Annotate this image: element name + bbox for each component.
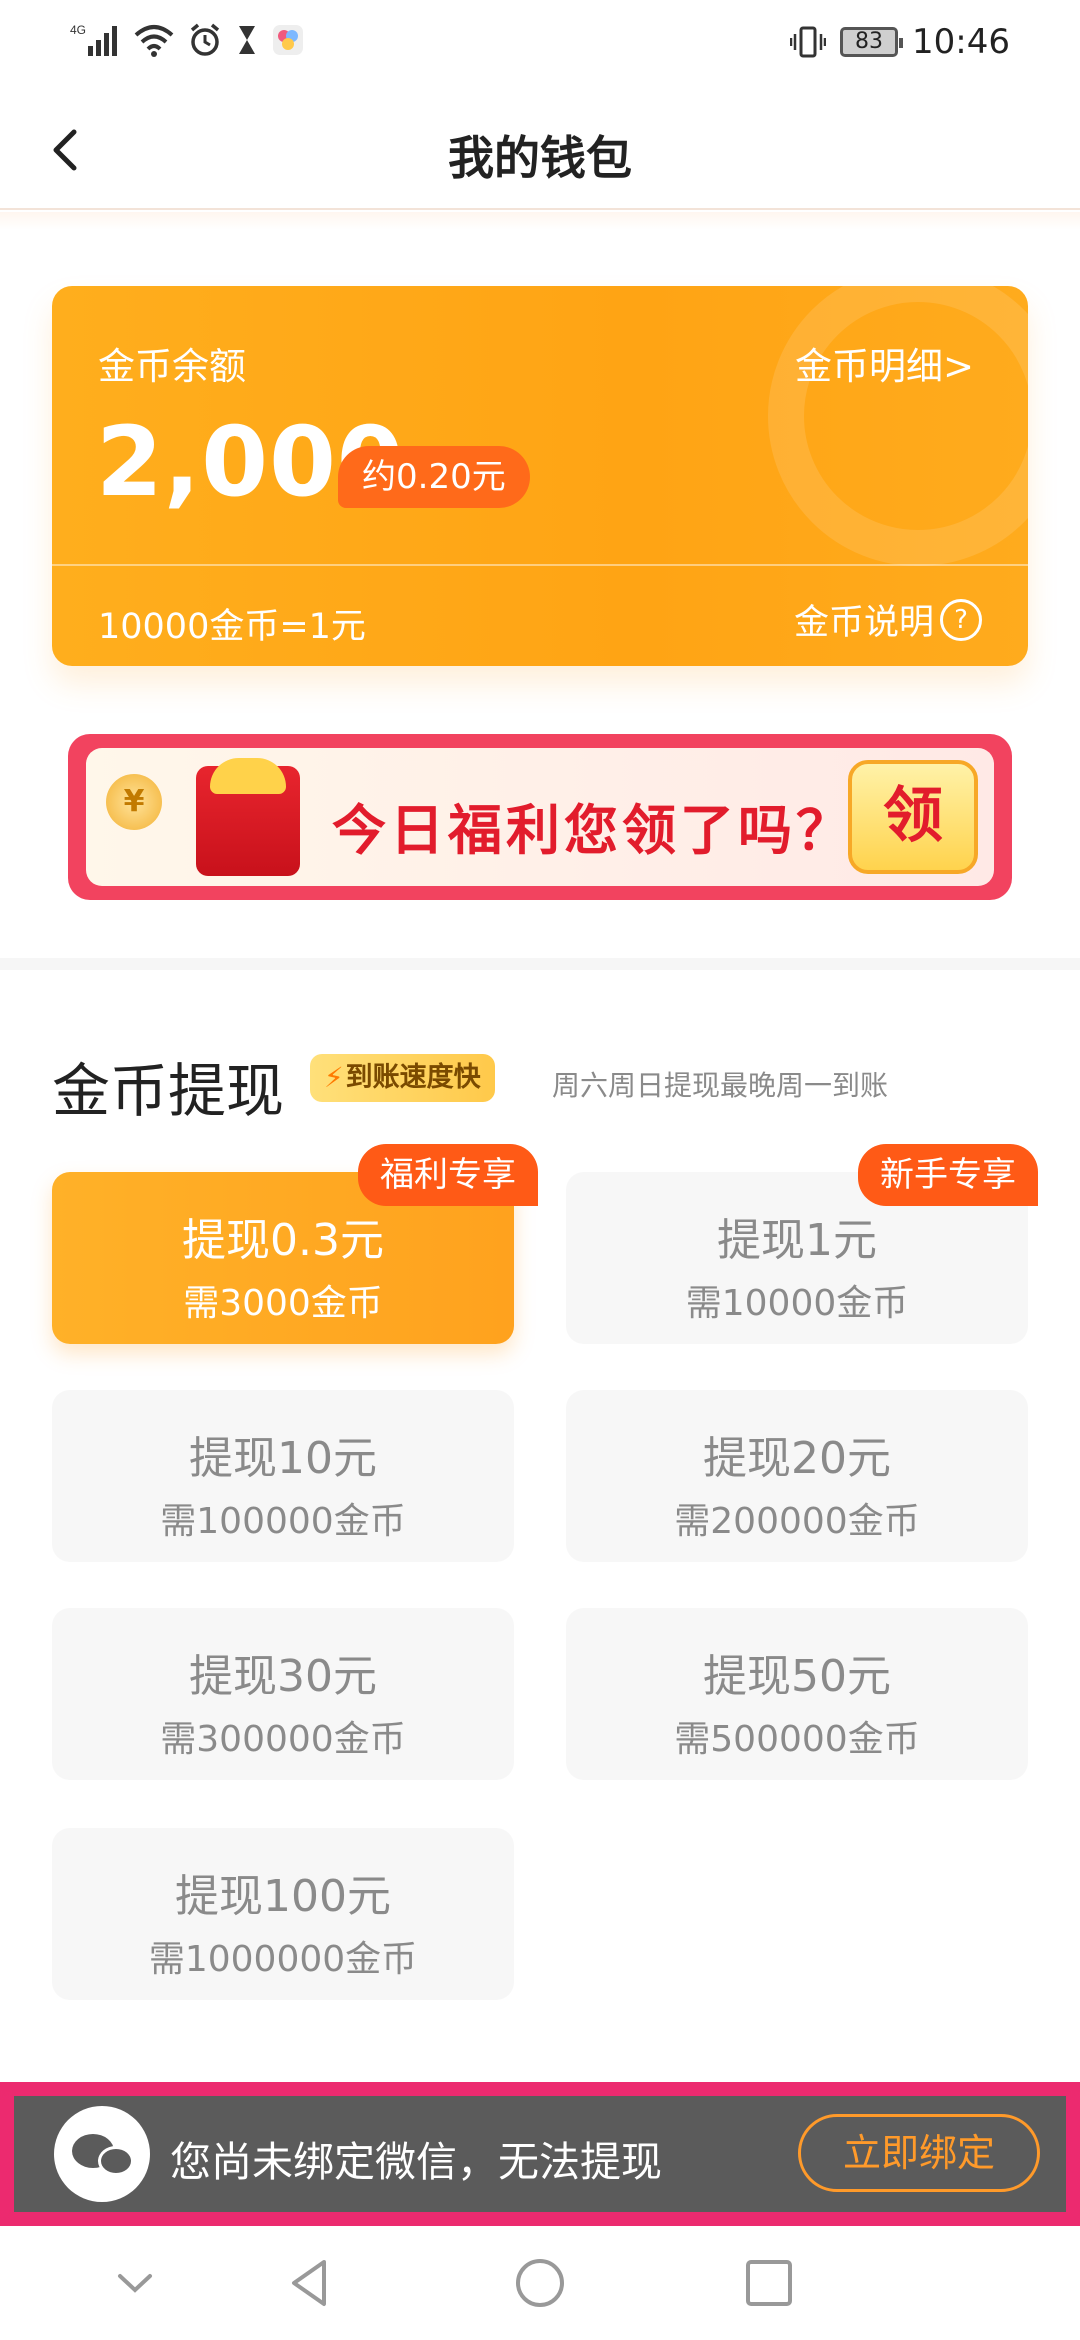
option-amount: 提现30元 xyxy=(189,1651,377,1702)
card-divider xyxy=(52,564,1028,566)
wechat-bubble-small xyxy=(98,2146,134,2176)
hourglass-icon xyxy=(239,26,255,54)
withdraw-section-title: 金币提现 xyxy=(52,1057,285,1125)
exchange-rate-text: 10000金币=1元 xyxy=(98,607,366,647)
withdraw-option-10[interactable]: 提现10元 需100000金币 xyxy=(52,1390,514,1562)
balance-label: 金币余额 xyxy=(98,345,246,388)
option-cost: 需100000金币 xyxy=(160,1501,406,1542)
option-amount: 提现100元 xyxy=(175,1871,391,1922)
header-shadow xyxy=(0,212,1080,230)
option-cost: 需200000金币 xyxy=(674,1501,920,1542)
claim-button[interactable]: 领 xyxy=(848,760,978,874)
option-amount: 提现50元 xyxy=(703,1651,891,1702)
wifi-icon xyxy=(134,25,174,57)
banner-text: 今日福利您领了吗？ xyxy=(332,799,854,862)
app-notification-icon xyxy=(273,25,303,55)
option-cost: 需1000000金币 xyxy=(148,1939,418,1980)
signal-icon: 4G xyxy=(70,23,117,56)
withdraw-option-100[interactable]: 提现100元 需1000000金币 xyxy=(52,1828,514,2000)
battery-indicator: 83 xyxy=(840,27,904,57)
page-title: 我的钱包 xyxy=(448,131,632,185)
option-tag: 福利专享 xyxy=(358,1144,538,1206)
daily-bonus-banner[interactable]: ¥ 今日福利您领了吗？ 领 xyxy=(68,734,1012,900)
coin-explain-label: 金币说明 xyxy=(793,603,934,643)
clock: 10:46 xyxy=(912,22,1010,62)
banner-inner: ¥ 今日福利您领了吗？ 领 xyxy=(86,748,994,886)
coin-explain-link[interactable]: 金币说明 ? xyxy=(794,594,982,645)
status-icons-left: 4G xyxy=(70,22,304,58)
svg-text:4G: 4G xyxy=(70,23,86,37)
withdraw-note: 周六周日提现最晚周一到账 xyxy=(552,1069,889,1102)
bolt-icon: ⚡ xyxy=(324,1061,344,1094)
withdraw-option-20[interactable]: 提现20元 需200000金币 xyxy=(566,1390,1028,1562)
coin-watermark-icon xyxy=(768,286,1028,566)
system-nav-bar xyxy=(0,2226,1080,2340)
help-icon: ? xyxy=(940,598,982,641)
coin-balance-card: 金币余额 金币明细> 2,000 约0.20元 10000金币=1元 金币说明 … xyxy=(52,286,1028,666)
option-amount: 提现1元 xyxy=(717,1215,877,1266)
status-bar: 4G 83 10:46 xyxy=(0,0,1080,90)
nav-recents-icon[interactable] xyxy=(734,2248,804,2318)
status-icons-right: 83 10:46 xyxy=(790,22,1010,62)
bind-now-button[interactable]: 立即绑定 xyxy=(798,2114,1040,2192)
option-cost: 需10000金币 xyxy=(685,1283,909,1324)
option-amount: 提现10元 xyxy=(189,1433,377,1484)
nav-down-icon[interactable] xyxy=(100,2248,170,2318)
option-amount: 提现0.3元 xyxy=(182,1215,384,1266)
wechat-icon xyxy=(54,2106,150,2202)
bind-wechat-message: 您尚未绑定微信，无法提现 xyxy=(170,2138,662,2186)
bind-wechat-bar: 您尚未绑定微信，无法提现 立即绑定 xyxy=(14,2096,1066,2212)
nav-back-icon[interactable] xyxy=(276,2248,346,2318)
withdraw-option-0.3[interactable]: 提现0.3元 需3000金币 福利专享 xyxy=(52,1144,538,1344)
option-cost: 需3000金币 xyxy=(183,1283,383,1324)
option-tag: 新手专享 xyxy=(858,1144,1038,1206)
top-nav-bar: 我的钱包 xyxy=(0,90,1080,210)
withdraw-option-1[interactable]: 提现1元 需10000金币 新手专享 xyxy=(566,1144,1038,1344)
nav-home-icon[interactable] xyxy=(505,2248,575,2318)
approx-value-badge: 约0.20元 xyxy=(338,446,530,508)
section-divider xyxy=(0,958,1080,970)
speed-badge: ⚡ 到账速度快 xyxy=(310,1054,495,1102)
speed-badge-label: 到账速度快 xyxy=(345,1062,481,1093)
vibrate-icon xyxy=(790,26,827,58)
coin-icon: ¥ xyxy=(106,774,162,830)
option-cost: 需500000金币 xyxy=(674,1719,920,1760)
option-cost: 需300000金币 xyxy=(160,1719,406,1760)
alarm-icon xyxy=(190,23,220,56)
withdraw-option-50[interactable]: 提现50元 需500000金币 xyxy=(566,1608,1028,1780)
option-amount: 提现20元 xyxy=(703,1433,891,1484)
coin-detail-link[interactable]: 金币明细> xyxy=(795,336,974,390)
red-envelope-icon xyxy=(196,758,300,876)
withdraw-option-30[interactable]: 提现30元 需300000金币 xyxy=(52,1608,514,1780)
